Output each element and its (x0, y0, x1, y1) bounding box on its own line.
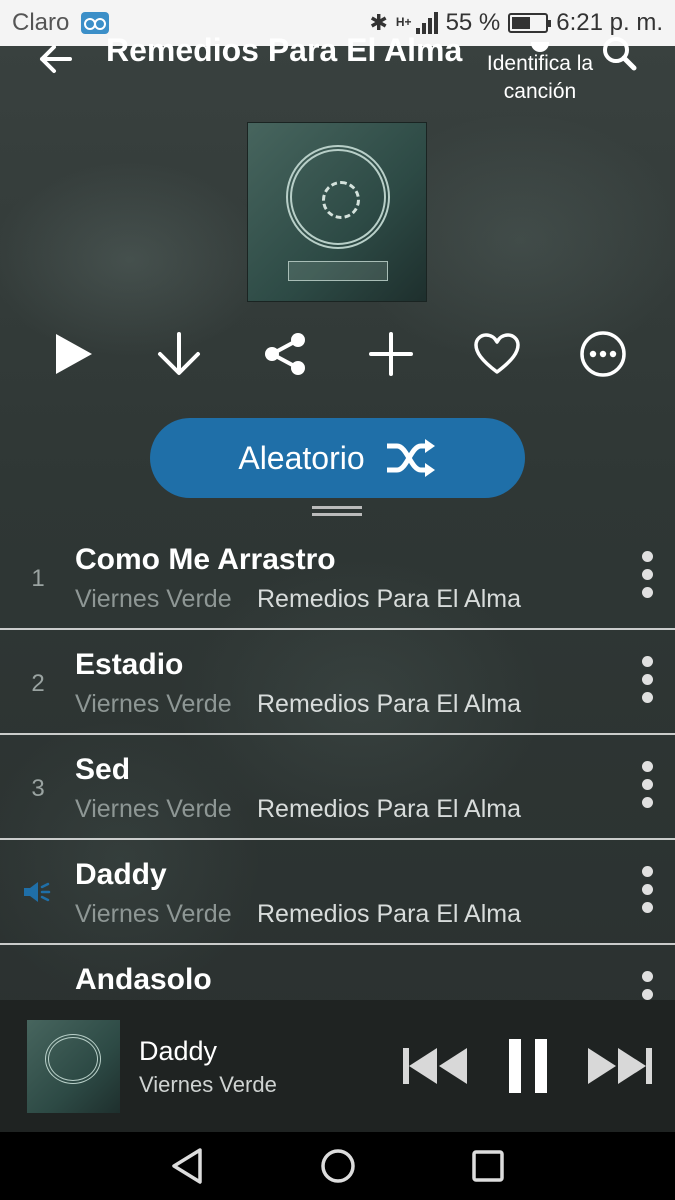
page-title: Remedios Para El Alma (106, 32, 463, 68)
track-more-button[interactable] (627, 551, 667, 605)
shuffle-play-button[interactable]: Aleatorio (150, 418, 525, 498)
track-number: 3 (31, 775, 45, 802)
triangle-back-icon (172, 1148, 202, 1184)
back-button[interactable] (30, 38, 80, 88)
previous-button[interactable] (400, 1038, 470, 1094)
plus-icon (369, 332, 413, 376)
square-recents-icon (472, 1150, 504, 1182)
track-album: Remedios Para El Alma (257, 690, 522, 718)
track-title: Daddy (75, 858, 167, 891)
track-row-playing[interactable]: Daddy Viernes Verde Remedios Para El Alm… (0, 840, 675, 945)
nav-recents-button[interactable] (468, 1146, 508, 1186)
track-artist: Viernes Verde (75, 690, 232, 718)
track-title: Estadio (75, 648, 184, 681)
track-number: 1 (31, 565, 45, 592)
search-icon (603, 37, 637, 71)
shuffle-label: Aleatorio (238, 439, 365, 476)
network-type: H+ (395, 15, 412, 29)
track-title: Como Me Arrastro (75, 543, 336, 576)
nav-back-button[interactable] (168, 1146, 208, 1186)
carrier-name: Claro (12, 9, 70, 36)
track-artist: Viernes Verde (75, 585, 232, 613)
track-more-button[interactable] (627, 761, 667, 815)
track-row[interactable]: 1 Como Me Arrastro Viernes Verde Remedio… (0, 525, 675, 630)
system-navigation-bar (0, 1132, 675, 1200)
track-row[interactable]: 3 Sed Viernes Verde Remedios Para El Alm… (0, 735, 675, 840)
search-button[interactable] (600, 34, 640, 74)
more-options-button[interactable] (573, 322, 633, 386)
track-title: Andasolo (75, 963, 212, 996)
voicemail-icon (81, 12, 110, 34)
identify-song-button[interactable]: Identifica la canción (480, 42, 600, 106)
more-circle-icon (580, 331, 626, 377)
track-title: Sed (75, 753, 131, 786)
mini-player-cover (27, 1020, 120, 1113)
share-button[interactable] (255, 322, 315, 386)
clock: 6:21 p. m. (556, 9, 663, 36)
album-cover (247, 122, 427, 302)
mini-player-artist: Viernes Verde (139, 1072, 277, 1097)
mini-player[interactable]: Daddy Viernes Verde (0, 1000, 675, 1132)
track-more-button[interactable] (627, 866, 667, 920)
download-arrow-icon (158, 332, 200, 375)
pause-button[interactable] (500, 1038, 556, 1094)
battery-icon (508, 13, 552, 33)
pause-icon (509, 1039, 547, 1093)
track-row[interactable]: 2 Estadio Viernes Verde Remedios Para El… (0, 630, 675, 735)
app-header: Remedios Para El Alma Identifica la canc… (0, 32, 675, 110)
track-album: Remedios Para El Alma (257, 585, 522, 613)
circle-home-icon (321, 1149, 355, 1183)
track-list: 1 Como Me Arrastro Viernes Verde Remedio… (0, 525, 675, 1050)
drag-handle[interactable] (312, 506, 362, 518)
play-icon (56, 334, 92, 374)
skip-previous-icon (403, 1048, 467, 1084)
skip-next-icon (588, 1048, 652, 1084)
identify-song-label: Identifica la canción (486, 52, 594, 103)
add-to-playlist-button[interactable] (361, 322, 421, 386)
album-actions (0, 322, 675, 386)
track-album: Remedios Para El Alma (257, 795, 522, 823)
track-more-button[interactable] (627, 656, 667, 710)
play-button[interactable] (44, 322, 104, 386)
track-artist: Viernes Verde (75, 900, 232, 928)
nav-home-button[interactable] (318, 1146, 358, 1186)
mini-player-title: Daddy (139, 1036, 218, 1066)
track-album: Remedios Para El Alma (257, 900, 522, 928)
share-icon (265, 333, 305, 375)
track-artist: Viernes Verde (75, 795, 232, 823)
next-button[interactable] (585, 1038, 655, 1094)
like-button[interactable] (467, 322, 527, 386)
shuffle-icon (386, 439, 435, 477)
arrow-left-icon (40, 45, 72, 73)
signal-icon (415, 12, 438, 34)
download-button[interactable] (149, 322, 209, 386)
heart-icon (474, 333, 520, 374)
microphone-icon (531, 42, 549, 52)
track-number: 2 (31, 670, 45, 697)
now-playing-speaker-icon (24, 882, 51, 902)
